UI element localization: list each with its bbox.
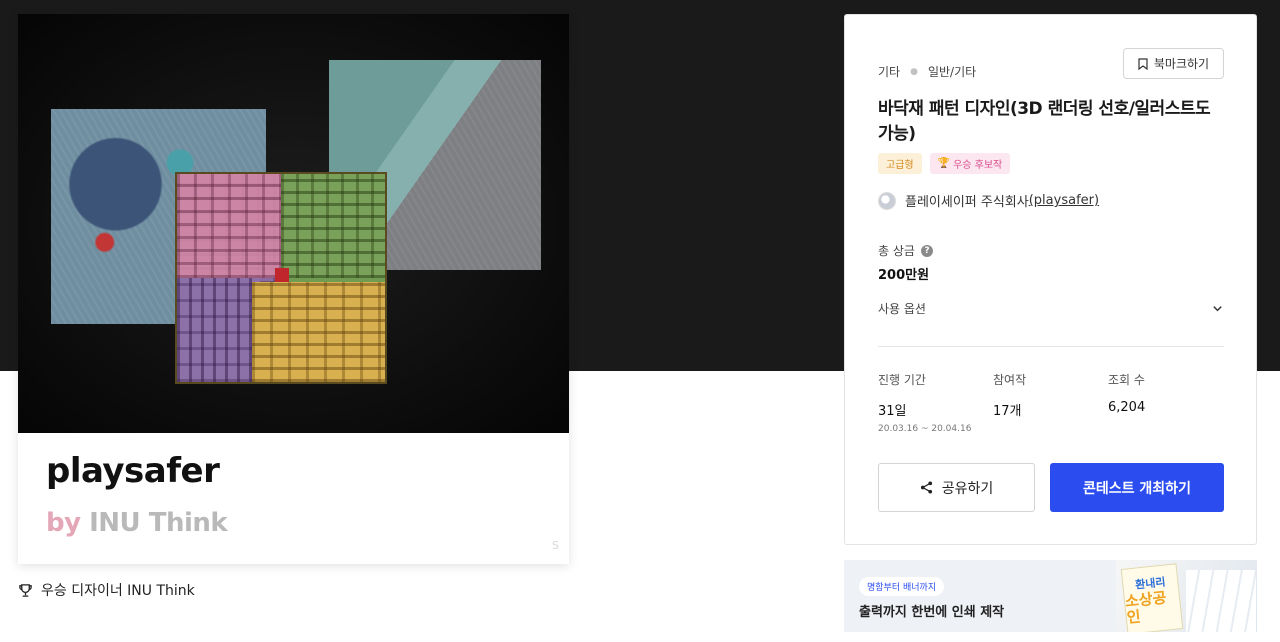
company-info[interactable]: 플레이세이퍼 주식회사 (playsafer) [878, 191, 1099, 210]
maze-green-quadrant [281, 174, 385, 278]
share-label: 공유하기 [941, 480, 994, 497]
trophy-icon [19, 583, 32, 597]
artwork-title: playsafer [46, 451, 220, 491]
artwork-watermark: S [552, 539, 559, 552]
prize-value: 200만원 [878, 268, 930, 283]
maze-yellow-quadrant [251, 282, 385, 382]
banner-book-cover: 환내리 소상공인 [1120, 563, 1184, 632]
stat-entries: 참여작 17개 [993, 371, 1026, 419]
contest-title: 바닥재 패턴 디자인(3D 랜더링 선호/일러스트도 가능) [878, 99, 1211, 144]
period-value: 31일 [878, 404, 907, 419]
artwork-card[interactable]: playsafer by INU Think S [18, 14, 569, 564]
host-contest-button[interactable]: 콘테스트 개최하기 [1050, 463, 1224, 512]
bookmark-icon [1138, 57, 1148, 70]
help-icon[interactable]: ? [920, 244, 933, 257]
byline-name: INU Think [89, 508, 228, 538]
usage-options-toggle[interactable]: 사용 옵션 [878, 300, 1224, 317]
winner-designer: 우승 디자이너 INU Think [18, 580, 195, 600]
share-icon [920, 481, 932, 494]
views-label: 조회 수 [1108, 373, 1145, 387]
breadcrumb-separator: ● [910, 66, 918, 77]
period-dates: 20.03.16 ~ 20.04.16 [878, 424, 972, 434]
entries-value: 17개 [993, 404, 1022, 419]
byline-by: by [46, 508, 81, 538]
artwork-image[interactable] [18, 14, 569, 433]
contest-info-panel: 기타 ● 일반/기타 북마크하기 바닥재 패턴 디자인(3D 랜더링 선호/일러… [844, 14, 1257, 545]
winner-candidate-label: 우승 후보작 [953, 160, 1003, 171]
banner-text: 출력까지 한번에 인쇄 제작 [859, 605, 1005, 620]
banner-cards-stack [1186, 570, 1256, 632]
breadcrumb-subcategory[interactable]: 일반/기타 [928, 63, 976, 80]
company-handle-link[interactable]: (playsafer) [1029, 193, 1099, 208]
maze-purple-quadrant [177, 278, 261, 382]
usage-options-label: 사용 옵션 [878, 302, 926, 316]
grade-badge: 고급형 [878, 153, 922, 174]
winner-candidate-badge: 🏆 우승 후보작 [929, 153, 1011, 174]
chevron-down-icon [1213, 306, 1222, 312]
share-button[interactable]: 공유하기 [878, 463, 1035, 512]
company-logo [878, 191, 896, 210]
prize-label: 총 상금 ? [878, 242, 933, 259]
floor-tile-maze-preview [175, 172, 387, 384]
views-value: 6,204 [1108, 400, 1146, 415]
stat-views: 조회 수 6,204 [1108, 371, 1145, 415]
banner-pill: 명함부터 배너까지 [859, 577, 945, 596]
banner-book-line2: 소상공인 [1124, 588, 1168, 627]
trophy-icon: 🏆 [937, 158, 951, 169]
bookmark-button[interactable]: 북마크하기 [1123, 48, 1224, 79]
entries-label: 참여작 [993, 373, 1027, 387]
print-promo-banner[interactable]: 명함부터 배너까지 출력까지 한번에 인쇄 제작 환내리 소상공인 [844, 560, 1257, 632]
bookmark-label: 북마크하기 [1153, 57, 1210, 71]
contest-badges: 고급형 🏆 우승 후보작 [878, 153, 1011, 174]
divider [878, 346, 1224, 347]
maze-center-marker [274, 267, 289, 282]
stat-period: 진행 기간 31일 20.03.16 ~ 20.04.16 [878, 371, 971, 434]
period-label: 진행 기간 [878, 373, 926, 387]
banner-illustration: 환내리 소상공인 [1116, 560, 1257, 632]
breadcrumb-category[interactable]: 기타 [878, 63, 900, 80]
maze-pink-quadrant [177, 174, 281, 278]
breadcrumb: 기타 ● 일반/기타 [878, 63, 976, 80]
prize-label-text: 총 상금 [878, 244, 915, 258]
winner-label: 우승 디자이너 INU Think [41, 583, 195, 599]
company-name: 플레이세이퍼 주식회사 [905, 195, 1029, 210]
artwork-byline: by INU Think [46, 508, 228, 538]
